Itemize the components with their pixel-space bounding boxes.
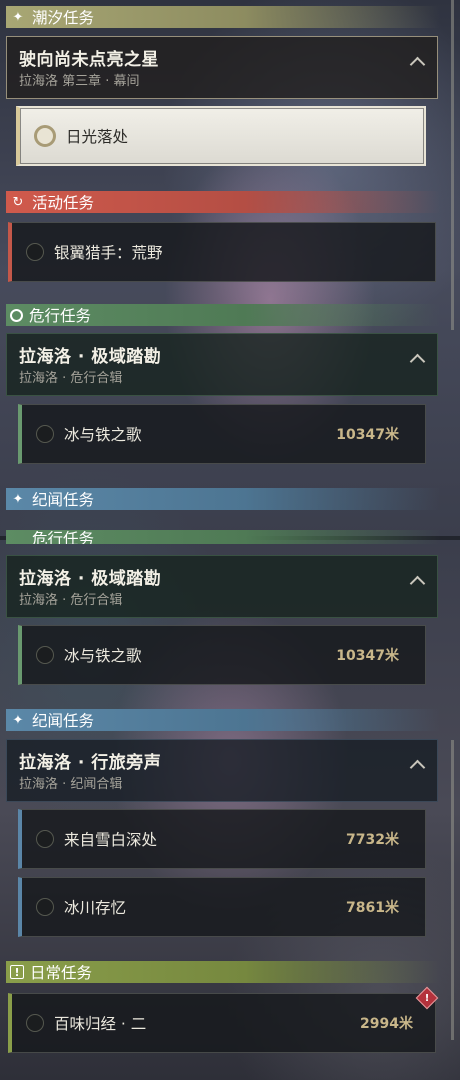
section-header-label: 纪闻任务 bbox=[32, 491, 95, 509]
section-header-peril: 危行任务 bbox=[6, 304, 440, 326]
quest-item-name: 来自雪白深处 bbox=[64, 831, 158, 849]
chevron-up-icon[interactable] bbox=[409, 353, 426, 370]
section-header-label: 活动任务 bbox=[32, 194, 95, 212]
chevron-up-icon[interactable] bbox=[409, 759, 426, 776]
section-header-chronicle: ✦ 纪闻任务 bbox=[6, 709, 440, 731]
sparkle-icon: ✦ bbox=[12, 9, 24, 25]
quest-item[interactable]: 来自雪白深处 7732米 bbox=[18, 809, 426, 869]
quest-group-title: 拉海洛 · 行旅旁声 bbox=[19, 753, 162, 773]
right-edge-line bbox=[451, 740, 454, 1040]
exclamation-icon: ! bbox=[10, 965, 24, 979]
section-header-label: 危行任务 bbox=[29, 307, 92, 325]
quest-group-title: 拉海洛 · 极域踏勘 bbox=[19, 347, 162, 367]
quest-group-subtitle: 拉海洛 第三章 · 幕间 bbox=[19, 74, 140, 89]
radio-icon bbox=[34, 125, 56, 147]
quest-item-name: 日光落处 bbox=[66, 128, 129, 146]
quest-item-distance: 10347米 bbox=[336, 648, 399, 664]
quest-group-subtitle: 拉海洛 · 危行合辑 bbox=[19, 371, 123, 386]
radio-icon bbox=[36, 425, 54, 443]
section-header-tide: ✦ 潮汐任务 bbox=[6, 6, 440, 28]
sparkle-icon: ✦ bbox=[12, 491, 24, 507]
quest-group-tide[interactable]: 驶向尚未点亮之星 拉海洛 第三章 · 幕间 bbox=[6, 36, 438, 99]
quest-item-distance: 10347米 bbox=[336, 427, 399, 443]
section-header-daily: ! 日常任务 bbox=[6, 961, 440, 983]
quest-group-title: 拉海洛 · 极域踏勘 bbox=[19, 569, 162, 589]
quest-item[interactable]: 冰川存忆 7861米 bbox=[18, 877, 426, 937]
quest-item-name: 冰川存忆 bbox=[64, 899, 127, 917]
section-header-label: 纪闻任务 bbox=[32, 712, 95, 730]
quest-item[interactable]: 冰与铁之歌 10347米 bbox=[18, 404, 426, 464]
section-header-label: 潮汐任务 bbox=[32, 9, 95, 27]
gear-icon bbox=[10, 308, 23, 322]
chevron-up-icon[interactable] bbox=[409, 575, 426, 592]
quest-item-distance: 7861米 bbox=[346, 900, 399, 916]
quest-item-name: 冰与铁之歌 bbox=[64, 647, 142, 665]
radio-icon bbox=[26, 1014, 44, 1032]
section-header-label: 危行任务 bbox=[32, 530, 95, 544]
quest-group-chronicle[interactable]: 拉海洛 · 行旅旁声 拉海洛 · 纪闻合辑 bbox=[6, 739, 438, 802]
section-header-peril-partial: 危行任务 bbox=[6, 530, 440, 544]
cycle-icon: ↻ bbox=[12, 194, 24, 210]
radio-icon bbox=[36, 830, 54, 848]
quest-group-subtitle: 拉海洛 · 危行合辑 bbox=[19, 593, 123, 608]
section-header-label: 日常任务 bbox=[30, 964, 93, 982]
radio-icon bbox=[36, 898, 54, 916]
quest-item-name: 百味归经 · 二 bbox=[54, 1015, 147, 1033]
quest-group-peril[interactable]: 拉海洛 · 极域踏勘 拉海洛 · 危行合辑 bbox=[6, 555, 438, 618]
chevron-up-icon[interactable] bbox=[409, 56, 426, 73]
quest-item[interactable]: 银翼猎手：荒野 bbox=[8, 222, 436, 282]
quest-item[interactable]: 百味归经 · 二 2994米 bbox=[8, 993, 436, 1053]
quest-item-distance: 2994米 bbox=[360, 1016, 413, 1032]
quest-group-peril[interactable]: 拉海洛 · 极域踏勘 拉海洛 · 危行合辑 bbox=[6, 333, 438, 396]
quest-item-name: 银翼猎手：荒野 bbox=[54, 244, 163, 262]
quest-item-name: 冰与铁之歌 bbox=[64, 426, 142, 444]
quest-item-distance: 7732米 bbox=[346, 832, 399, 848]
quest-group-subtitle: 拉海洛 · 纪闻合辑 bbox=[19, 777, 123, 792]
right-edge-line bbox=[451, 0, 454, 330]
quest-item[interactable]: 冰与铁之歌 10347米 bbox=[18, 625, 426, 685]
radio-icon bbox=[36, 646, 54, 664]
sparkle-icon: ✦ bbox=[12, 712, 24, 728]
section-header-chronicle: ✦ 纪闻任务 bbox=[6, 488, 440, 510]
quest-group-title: 驶向尚未点亮之星 bbox=[19, 50, 159, 70]
quest-item-selected[interactable]: 日光落处 bbox=[16, 106, 426, 166]
radio-icon bbox=[26, 243, 44, 261]
section-header-event: ↻ 活动任务 bbox=[6, 191, 440, 213]
